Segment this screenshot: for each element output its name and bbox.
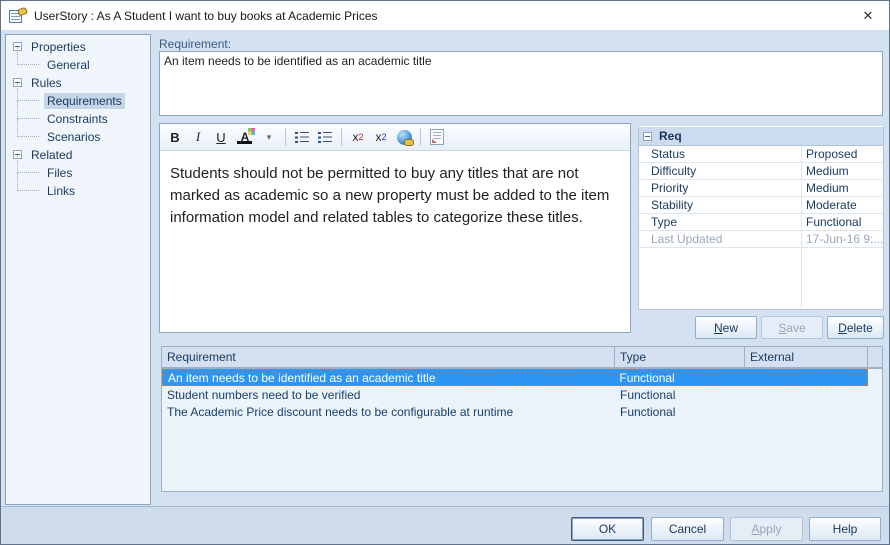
- property-group-header[interactable]: Req: [639, 127, 883, 146]
- italic-button[interactable]: I: [188, 127, 208, 147]
- collapse-icon[interactable]: [643, 132, 652, 141]
- tree-item-related[interactable]: Related: [6, 146, 150, 164]
- property-group-title: Req: [659, 129, 682, 143]
- dialog-window: UserStory : As A Student I want to buy b…: [0, 0, 890, 545]
- table-row[interactable]: An item needs to be identified as an aca…: [162, 369, 868, 386]
- tree-item-files[interactable]: Files: [6, 164, 150, 182]
- delete-button[interactable]: Delete: [827, 316, 884, 339]
- tree-item-links[interactable]: Links: [6, 182, 150, 200]
- tree-item-scenarios[interactable]: Scenarios: [6, 128, 150, 146]
- save-button[interactable]: Save: [761, 316, 823, 339]
- property-row-priority[interactable]: Priority Medium: [639, 180, 883, 197]
- tree-item-general[interactable]: General: [6, 56, 150, 74]
- titlebar: UserStory : As A Student I want to buy b…: [1, 1, 889, 31]
- new-button[interactable]: New: [695, 316, 757, 339]
- font-color-dropdown-icon[interactable]: ▾: [259, 127, 279, 147]
- numbered-list-button[interactable]: [315, 127, 335, 147]
- column-header-external[interactable]: External: [745, 347, 868, 367]
- notes-text[interactable]: Students should not be permitted to buy …: [160, 151, 630, 240]
- footer-bar: OK Cancel Apply Help: [1, 506, 889, 545]
- underline-button[interactable]: U: [211, 127, 231, 147]
- bullet-list-button[interactable]: [292, 127, 312, 147]
- property-row-difficulty[interactable]: Difficulty Medium: [639, 163, 883, 180]
- window-title: UserStory : As A Student I want to buy b…: [34, 9, 378, 23]
- apply-button[interactable]: Apply: [730, 517, 803, 541]
- table-row[interactable]: Student numbers need to be verified Func…: [162, 386, 882, 403]
- property-row-last-updated: Last Updated 17-Jun-16 9:...: [639, 231, 883, 248]
- req-property-grid: Req Status Proposed Difficulty Medium Pr…: [638, 126, 884, 310]
- column-header-spare: [868, 347, 882, 367]
- column-header-type[interactable]: Type: [615, 347, 745, 367]
- table-header: Requirement Type External: [162, 347, 882, 369]
- ok-button[interactable]: OK: [571, 517, 644, 541]
- superscript-button[interactable]: x2: [348, 127, 368, 147]
- table-row[interactable]: The Academic Price discount needs to be …: [162, 403, 882, 420]
- font-color-button[interactable]: A: [234, 127, 256, 147]
- property-row-status[interactable]: Status Proposed: [639, 146, 883, 163]
- subscript-button[interactable]: x2: [371, 127, 391, 147]
- tree-item-rules[interactable]: Rules: [6, 74, 150, 92]
- requirement-input[interactable]: An item needs to be identified as an aca…: [159, 51, 883, 116]
- cancel-button[interactable]: Cancel: [651, 517, 724, 541]
- notes-editor: B I U A ▾ x2 x2 Students: [159, 123, 631, 333]
- color-swatch-icon: [248, 128, 255, 135]
- userstory-icon: [9, 8, 27, 24]
- hyperlink-button[interactable]: [394, 127, 414, 147]
- property-row-stability[interactable]: Stability Moderate: [639, 197, 883, 214]
- tree-item-properties[interactable]: Properties: [6, 38, 150, 56]
- bold-button[interactable]: B: [165, 127, 185, 147]
- document-icon: [430, 129, 444, 145]
- requirement-label: Requirement:: [159, 37, 231, 51]
- notes-document-button[interactable]: [427, 127, 447, 147]
- globe-link-icon: [397, 130, 412, 145]
- requirements-table: Requirement Type External An item needs …: [161, 346, 883, 492]
- tree-item-requirements[interactable]: Requirements: [6, 92, 150, 110]
- column-header-requirement[interactable]: Requirement: [162, 347, 615, 367]
- help-button[interactable]: Help: [809, 517, 881, 541]
- tree-item-constraints[interactable]: Constraints: [6, 110, 150, 128]
- close-icon[interactable]: ✕: [855, 5, 881, 27]
- nav-tree: Properties General Rules Requirements Co…: [5, 34, 151, 505]
- property-row-type[interactable]: Type Functional: [639, 214, 883, 231]
- editor-toolbar: B I U A ▾ x2 x2: [160, 124, 630, 151]
